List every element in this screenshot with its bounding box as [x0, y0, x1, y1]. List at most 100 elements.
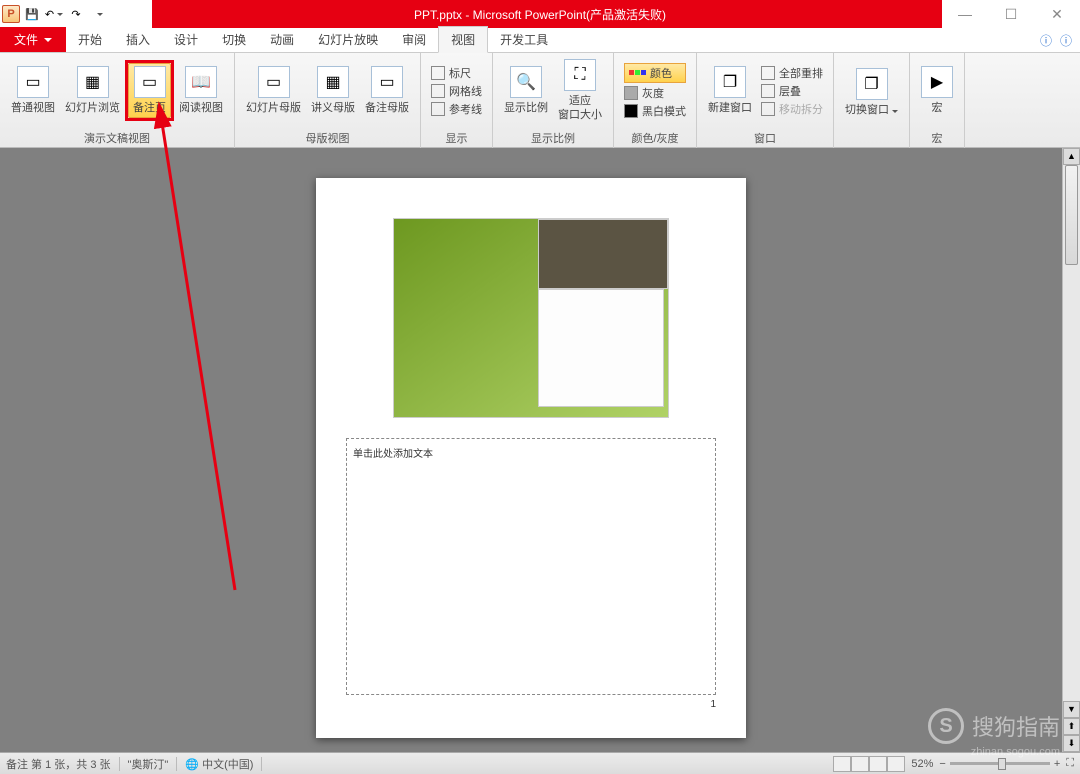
macros-button[interactable]: ▶ 宏 — [916, 63, 958, 118]
reading-view-toggle[interactable] — [869, 756, 887, 772]
watermark-text: 搜狗指南 — [972, 710, 1060, 742]
macros-icon: ▶ — [921, 66, 953, 98]
gridlines-checkbox[interactable]: 网格线 — [431, 83, 482, 99]
vertical-scrollbar[interactable]: ▲ ▼ ⬆ ⬇ — [1062, 148, 1080, 752]
arrange-all-button[interactable]: 全部重排 — [761, 65, 823, 81]
switch-window-icon: ❐ — [856, 68, 888, 100]
canvas[interactable]: 单击此处添加文本 1 — [0, 148, 1062, 752]
title-bar: P 💾 ↶ ↷ PPT.pptx - Microsoft PowerPoint(… — [0, 0, 1080, 28]
slide-shape-dark — [538, 219, 668, 289]
tab-animation[interactable]: 动画 — [258, 27, 306, 52]
slide-master-icon: ▭ — [258, 66, 290, 98]
normal-view-button[interactable]: ▭ 普通视图 — [6, 63, 60, 118]
group-presentation-views: ▭ 普通视图 ▦ 幻灯片浏览 ▭ 备注页 📖 阅读视图 演示文稿视图 — [0, 53, 235, 148]
notes-page-button[interactable]: ▭ 备注页 — [128, 63, 171, 118]
slide-shape-light — [538, 289, 664, 407]
fit-window-icon: ⛶ — [564, 59, 596, 91]
new-window-icon: ❐ — [714, 66, 746, 98]
blackwhite-button[interactable]: 黑白模式 — [624, 103, 686, 119]
close-button[interactable]: ✕ — [1034, 0, 1080, 28]
group-label — [834, 132, 909, 148]
group-label: 颜色/灰度 — [614, 128, 696, 148]
normal-view-icon: ▭ — [17, 66, 49, 98]
cascade-button[interactable]: 层叠 — [761, 83, 823, 99]
watermark: S 搜狗指南 zhinan.sogou.com — [928, 708, 1060, 744]
scroll-down-icon[interactable]: ▼ — [1063, 701, 1080, 718]
normal-view-toggle[interactable] — [833, 756, 851, 772]
tab-slideshow[interactable]: 幻灯片放映 — [306, 27, 390, 52]
ruler-checkbox[interactable]: 标尺 — [431, 65, 482, 81]
maximize-button[interactable]: ☐ — [988, 0, 1034, 28]
handout-master-icon: ▦ — [317, 66, 349, 98]
tab-design[interactable]: 设计 — [162, 27, 210, 52]
notes-master-button[interactable]: ▭ 备注母版 — [360, 63, 414, 118]
customize-qa-icon[interactable] — [88, 4, 108, 24]
minimize-button[interactable]: — — [942, 0, 988, 28]
reading-view-icon: 📖 — [185, 66, 217, 98]
tab-developer[interactable]: 开发工具 — [488, 27, 560, 52]
slide-sorter-icon: ▦ — [77, 66, 109, 98]
tab-review[interactable]: 审阅 — [390, 27, 438, 52]
save-icon[interactable]: 💾 — [22, 4, 42, 24]
prev-slide-icon[interactable]: ⬆ — [1063, 718, 1080, 735]
ribbon: ▭ 普通视图 ▦ 幻灯片浏览 ▭ 备注页 📖 阅读视图 演示文稿视图 — [0, 53, 1080, 148]
redo-icon[interactable]: ↷ — [66, 4, 86, 24]
fit-to-window-icon[interactable]: ⛶ — [1066, 757, 1074, 770]
slide-sorter-button[interactable]: ▦ 幻灯片浏览 — [60, 63, 125, 118]
zoom-in-icon[interactable]: + — [1054, 758, 1060, 770]
page-number: 1 — [346, 699, 716, 710]
tab-insert[interactable]: 插入 — [114, 27, 162, 52]
group-macros: ▶ 宏 宏 — [910, 53, 965, 148]
zoom-slider[interactable]: − + — [939, 758, 1060, 770]
group-label: 窗口 — [697, 128, 833, 148]
minimize-ribbon-icon[interactable]: ⓘ — [1040, 32, 1052, 49]
notes-textbox[interactable]: 单击此处添加文本 — [346, 438, 716, 695]
watermark-url: zhinan.sogou.com — [971, 746, 1060, 758]
zoom-button[interactable]: 🔍 显示比例 — [499, 63, 553, 118]
cascade-icon — [761, 84, 775, 98]
zoom-out-icon[interactable]: − — [939, 758, 945, 770]
split-icon — [761, 102, 775, 116]
slide-thumbnail[interactable] — [393, 218, 669, 418]
status-slide-info: 备注 第 1 张，共 3 张 — [6, 756, 111, 772]
notes-master-icon: ▭ — [371, 66, 403, 98]
arrange-icon — [761, 66, 775, 80]
quick-access-toolbar: P 💾 ↶ ↷ — [0, 0, 152, 28]
notes-page-icon: ▭ — [134, 66, 166, 98]
next-slide-icon[interactable]: ⬇ — [1063, 735, 1080, 752]
help-icon[interactable]: ⓘ — [1060, 32, 1072, 49]
undo-icon[interactable]: ↶ — [44, 4, 64, 24]
reading-view-button[interactable]: 📖 阅读视图 — [174, 63, 228, 118]
new-window-button[interactable]: ❐ 新建窗口 — [703, 63, 757, 118]
group-label: 显示比例 — [493, 128, 613, 148]
group-zoom: 🔍 显示比例 ⛶ 适应 窗口大小 显示比例 — [493, 53, 614, 148]
sorter-view-toggle[interactable] — [851, 756, 869, 772]
move-split-button: 移动拆分 — [761, 101, 823, 117]
group-label: 宏 — [910, 128, 964, 148]
tab-home[interactable]: 开始 — [66, 27, 114, 52]
grayscale-icon — [624, 86, 638, 100]
scroll-thumb[interactable] — [1065, 165, 1078, 265]
slide-master-button[interactable]: ▭ 幻灯片母版 — [241, 63, 306, 118]
group-colorgray: 颜色 灰度 黑白模式 颜色/灰度 — [614, 53, 697, 148]
grayscale-button[interactable]: 灰度 — [624, 85, 686, 101]
guides-checkbox[interactable]: 参考线 — [431, 101, 482, 117]
file-tab[interactable]: 文件 — [0, 27, 66, 52]
scroll-up-icon[interactable]: ▲ — [1063, 148, 1080, 165]
tab-view[interactable]: 视图 — [438, 26, 488, 53]
group-switch-window: ❐ 切换窗口 — [834, 53, 910, 148]
switch-window-button[interactable]: ❐ 切换窗口 — [840, 65, 903, 120]
slideshow-view-toggle[interactable] — [887, 756, 905, 772]
tab-transition[interactable]: 切换 — [210, 27, 258, 52]
bw-icon — [624, 104, 638, 118]
app-logo-icon[interactable]: P — [2, 5, 20, 23]
window-controls: — ☐ ✕ — [942, 0, 1080, 28]
color-button[interactable]: 颜色 — [624, 63, 686, 83]
handout-master-button[interactable]: ▦ 讲义母版 — [306, 63, 360, 118]
status-bar: 备注 第 1 张，共 3 张 "奥斯汀" 🌐 中文(中国) 52% − + ⛶ — [0, 752, 1080, 774]
status-language[interactable]: 🌐 中文(中国) — [185, 756, 253, 772]
fit-window-button[interactable]: ⛶ 适应 窗口大小 — [553, 56, 607, 124]
group-label: 演示文稿视图 — [0, 128, 234, 148]
zoom-value[interactable]: 52% — [911, 758, 933, 770]
status-theme: "奥斯汀" — [128, 756, 169, 772]
